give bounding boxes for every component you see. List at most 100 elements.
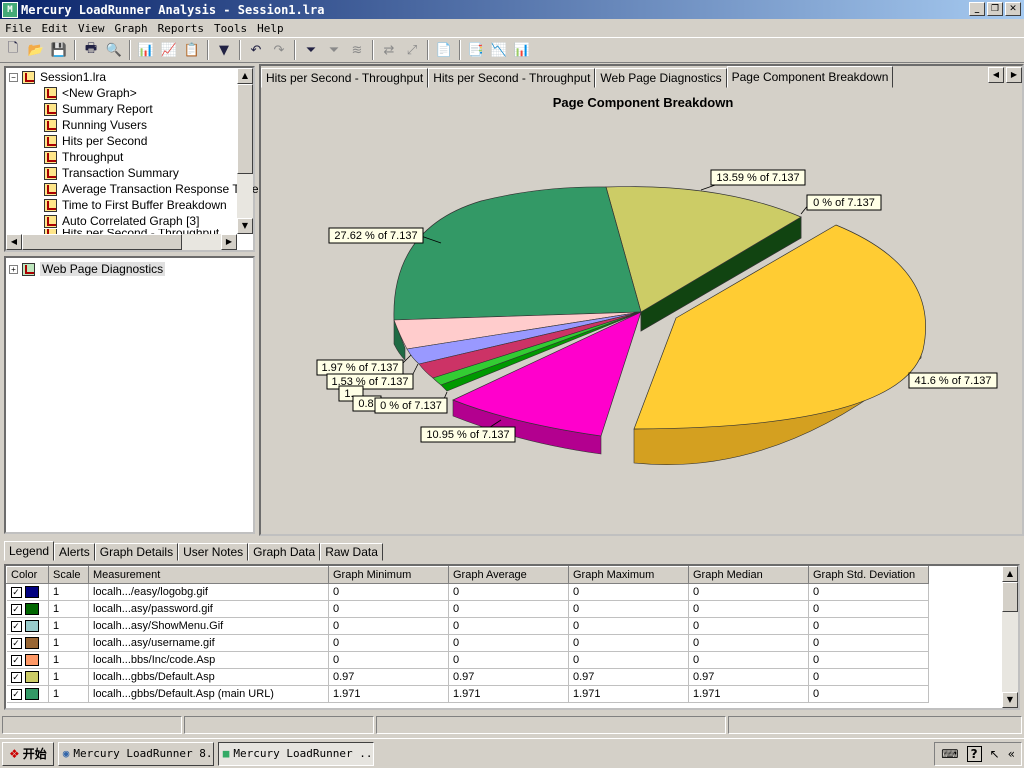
print-icon[interactable]: 🖶 xyxy=(81,40,101,60)
keyboard-icon[interactable]: ⌨ xyxy=(941,747,958,761)
menu-edit[interactable]: Edit xyxy=(37,22,74,35)
tab-graph-data[interactable]: Graph Data xyxy=(248,543,321,561)
undo-icon[interactable]: ↶ xyxy=(246,40,266,60)
tree-item-avg-transaction-response[interactable]: Average Transaction Response Time xyxy=(44,181,259,197)
color-swatch[interactable] xyxy=(24,671,39,684)
filter-icon[interactable]: ▼ xyxy=(214,40,234,60)
color-chart-icon[interactable]: 📊 xyxy=(512,40,532,60)
restore-button[interactable]: ❐ xyxy=(987,2,1003,16)
granularity-icon[interactable]: ≋ xyxy=(347,40,367,60)
table-row[interactable]: ✓ 1 localh...asy/ShowMenu.Gif 0 0 0 0 0 xyxy=(6,617,929,635)
scroll-down-icon[interactable]: ▼ xyxy=(237,218,253,234)
tree-item-web-page-diagnostics[interactable]: + Web Page Diagnostics xyxy=(9,261,166,277)
scroll-right-icon[interactable]: ▶ xyxy=(221,234,237,250)
open-folder-icon[interactable]: 📂 xyxy=(26,40,46,60)
table-row[interactable]: ✓ 1 localh...bbs/Inc/code.Asp 0 0 0 0 0 xyxy=(6,651,929,669)
tree-item-first-buffer-breakdown[interactable]: Time to First Buffer Breakdown xyxy=(44,197,227,213)
menu-help[interactable]: Help xyxy=(252,22,289,35)
bar-chart-icon[interactable]: 📉 xyxy=(489,40,509,60)
scroll-left-icon[interactable]: ◀ xyxy=(6,234,22,250)
menu-reports[interactable]: Reports xyxy=(153,22,209,35)
table-row[interactable]: ✓ 1 localh.../easy/logobg.gif 0 0 0 0 0 xyxy=(6,583,929,601)
clipboard-icon[interactable]: 📋 xyxy=(182,40,202,60)
tab-user-notes[interactable]: User Notes xyxy=(178,543,249,561)
tray-collapse-icon[interactable]: « xyxy=(1008,747,1015,761)
visibility-checkbox[interactable]: ✓ xyxy=(10,671,22,683)
visibility-checkbox[interactable]: ✓ xyxy=(10,586,22,598)
scroll-up-icon[interactable]: ▲ xyxy=(1002,566,1018,582)
tab-scroll-left-icon[interactable]: ◀ xyxy=(988,67,1004,83)
merge-icon[interactable]: ⇄ xyxy=(379,40,399,60)
session-info-icon[interactable]: 📑 xyxy=(466,40,486,60)
color-swatch[interactable] xyxy=(24,620,39,633)
set-filter-icon[interactable]: ⏷ xyxy=(301,40,321,60)
scroll-thumb[interactable] xyxy=(237,84,253,174)
tree-horizontal-scrollbar[interactable]: ◀ ▶ xyxy=(6,234,237,250)
tab-scroll-right-icon[interactable]: ▶ xyxy=(1006,67,1022,83)
scroll-thumb[interactable] xyxy=(22,234,182,250)
print-preview-icon[interactable]: 🔍 xyxy=(104,40,124,60)
close-button[interactable]: ✕ xyxy=(1005,2,1021,16)
tree-item-new-graph[interactable]: <New Graph> xyxy=(44,85,137,101)
table-row[interactable]: ✓ 1 localh...asy/username.gif 0 0 0 0 0 xyxy=(6,634,929,652)
taskbar-task-loadrunner[interactable]: ◉ Mercury LoadRunner 8.1 xyxy=(57,741,214,766)
legend-vertical-scrollbar[interactable]: ▲ ▼ xyxy=(1002,566,1018,708)
taskbar-task-analysis[interactable]: ■ Mercury LoadRunner ... xyxy=(217,741,374,766)
scroll-up-icon[interactable]: ▲ xyxy=(237,68,253,84)
menu-file[interactable]: File xyxy=(0,22,37,35)
tree-item-transaction-summary[interactable]: Transaction Summary xyxy=(44,165,179,181)
save-icon[interactable]: 💾 xyxy=(49,40,69,60)
collapse-icon[interactable]: − xyxy=(9,72,18,82)
table-row[interactable]: ✓ 1 localh...gbbs/Default.Asp (main URL) 1.… xyxy=(6,685,929,703)
tab-web-page-diagnostics[interactable]: Web Page Diagnostics xyxy=(595,68,727,88)
redo-icon[interactable]: ↷ xyxy=(269,40,289,60)
start-button[interactable]: ❖ 开始 xyxy=(2,741,54,766)
add-graph-icon[interactable]: 📊 xyxy=(136,40,156,60)
col-median[interactable]: Graph Median xyxy=(688,566,809,584)
color-swatch[interactable] xyxy=(24,654,39,667)
col-min[interactable]: Graph Minimum xyxy=(328,566,449,584)
color-swatch[interactable] xyxy=(24,603,39,616)
table-row[interactable]: ✓ 1 localh...gbbs/Default.Asp 0.97 0.97 0.97 0… xyxy=(6,668,929,686)
tab-graph-details[interactable]: Graph Details xyxy=(94,543,179,561)
tab-legend[interactable]: Legend xyxy=(4,541,55,561)
color-swatch[interactable] xyxy=(24,637,39,650)
graph-properties-icon[interactable]: 📈 xyxy=(159,40,179,60)
menu-view[interactable]: View xyxy=(73,22,110,35)
tab-page-component-breakdown[interactable]: Page Component Breakdown xyxy=(726,66,894,88)
col-scale[interactable]: Scale xyxy=(48,566,89,584)
scroll-thumb[interactable] xyxy=(1002,582,1018,612)
visibility-checkbox[interactable]: ✓ xyxy=(10,620,22,632)
tab-hits-throughput-1[interactable]: Hits per Second - Throughput xyxy=(261,68,429,88)
table-row[interactable]: ✓ 1 localh...asy/password.gif 0 0 0 0 0 xyxy=(6,600,929,618)
tree-item-summary-report[interactable]: Summary Report xyxy=(44,101,153,117)
tree-item-throughput[interactable]: Throughput xyxy=(44,149,123,165)
visibility-checkbox[interactable]: ✓ xyxy=(10,637,22,649)
tree-item-auto-correlated[interactable]: Auto Correlated Graph [3] xyxy=(44,213,199,229)
expand-icon[interactable]: + xyxy=(9,264,18,274)
visibility-checkbox[interactable]: ✓ xyxy=(10,688,22,700)
clear-filter-icon[interactable]: ⏷ xyxy=(324,40,344,60)
col-max[interactable]: Graph Maximum xyxy=(568,566,689,584)
visibility-checkbox[interactable]: ✓ xyxy=(10,654,22,666)
menu-tools[interactable]: Tools xyxy=(209,22,252,35)
col-measurement[interactable]: Measurement xyxy=(88,566,329,584)
tree-root[interactable]: − Session1.lra xyxy=(9,69,106,85)
minimize-button[interactable]: _ xyxy=(969,2,985,16)
report-icon[interactable]: 📄 xyxy=(434,40,454,60)
menu-graph[interactable]: Graph xyxy=(110,22,153,35)
col-color[interactable]: Color xyxy=(6,566,49,584)
tree-item-running-vusers[interactable]: Running Vusers xyxy=(44,117,147,133)
scroll-down-icon[interactable]: ▼ xyxy=(1002,692,1018,708)
color-swatch[interactable] xyxy=(24,586,39,599)
tree-vertical-scrollbar[interactable]: ▲ ▼ xyxy=(237,68,253,234)
help-icon[interactable]: ? xyxy=(966,746,982,762)
tab-alerts[interactable]: Alerts xyxy=(54,543,95,561)
correlate-icon[interactable]: ⤢ xyxy=(402,40,422,60)
col-avg[interactable]: Graph Average xyxy=(448,566,569,584)
visibility-checkbox[interactable]: ✓ xyxy=(10,603,22,615)
tab-raw-data[interactable]: Raw Data xyxy=(320,543,383,561)
col-std-dev[interactable]: Graph Std. Deviation xyxy=(808,566,929,584)
tree-item-hits-per-second[interactable]: Hits per Second xyxy=(44,133,147,149)
color-swatch[interactable] xyxy=(24,688,39,701)
